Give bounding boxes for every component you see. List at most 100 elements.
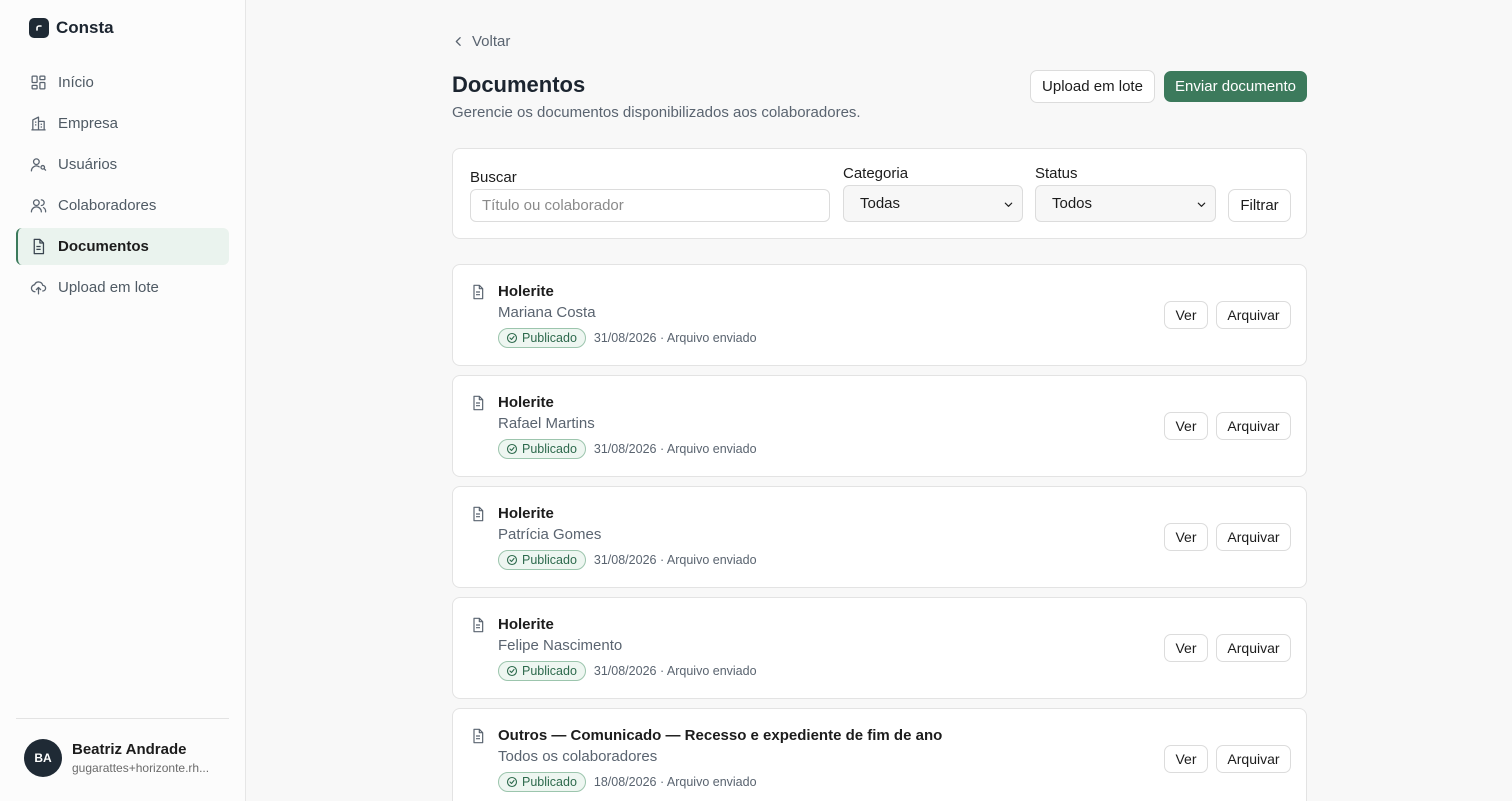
document-date-info: 31/08/2026 · Arquivo enviado: [593, 664, 757, 678]
sidebar-item-upload-em-lote[interactable]: Upload em lote: [16, 269, 229, 306]
document-icon: [33, 238, 45, 255]
archive-button[interactable]: Arquivar: [1216, 745, 1291, 773]
sidebar-item-empresa[interactable]: Empresa: [16, 105, 229, 142]
page-title: Documentos: [452, 72, 586, 97]
status-badge: Publicado: [498, 772, 586, 792]
document-date-info: 31/08/2026 · Arquivo enviado: [593, 553, 757, 567]
view-button[interactable]: Ver: [1164, 745, 1208, 773]
status-label: Status: [1035, 165, 1078, 182]
sidebar: Consta Início Empresa Usuários Colaborad…: [0, 0, 246, 801]
send-document-button[interactable]: Enviar documento: [1164, 71, 1307, 102]
archive-button[interactable]: Arquivar: [1216, 634, 1291, 662]
archive-button[interactable]: Arquivar: [1216, 301, 1291, 329]
brand-logo-icon: [29, 18, 49, 38]
cloud-upload-icon: [30, 281, 47, 295]
user-profile[interactable]: BA Beatriz Andrade gugarattes+horizonte.…: [24, 739, 217, 777]
category-select[interactable]: Todas: [843, 185, 1023, 222]
document-recipient: Felipe Nascimento: [498, 637, 623, 654]
sidebar-item-label: Upload em lote: [58, 279, 159, 296]
check-circle-icon: [506, 332, 518, 344]
user-name: Beatriz Andrade: [72, 741, 187, 758]
status-select[interactable]: Todos: [1035, 185, 1216, 222]
users-icon: [30, 199, 47, 213]
sidebar-item-documentos[interactable]: Documentos: [16, 228, 229, 265]
view-button[interactable]: Ver: [1164, 301, 1208, 329]
sidebar-item-inicio[interactable]: Início: [16, 64, 229, 101]
sidebar-item-label: Usuários: [58, 156, 118, 173]
check-circle-icon: [506, 443, 518, 455]
check-circle-icon: [506, 776, 518, 788]
view-button[interactable]: Ver: [1164, 523, 1208, 551]
view-button[interactable]: Ver: [1164, 634, 1208, 662]
document-meta: Publicado 18/08/2026 · Arquivo enviado: [498, 772, 757, 792]
document-meta: Publicado 31/08/2026 · Arquivo enviado: [498, 550, 757, 570]
check-circle-icon: [506, 554, 518, 566]
file-text-icon: [473, 284, 484, 300]
status-badge: Publicado: [498, 439, 586, 459]
document-card: Holerite Mariana Costa Publicado 31/08/2…: [452, 264, 1307, 366]
sidebar-item-usuarios[interactable]: Usuários: [16, 146, 229, 183]
document-date-info: 31/08/2026 · Arquivo enviado: [593, 331, 757, 345]
status-badge: Publicado: [498, 328, 586, 348]
file-text-icon: [473, 617, 484, 633]
status-value: Todos: [1052, 195, 1093, 212]
chevron-down-icon: [1004, 202, 1013, 207]
document-card: Holerite Rafael Martins Publicado 31/08/…: [452, 375, 1307, 477]
status-badge-label: Publicado: [522, 442, 577, 456]
document-date-info: 18/08/2026 · Arquivo enviado: [593, 775, 757, 789]
filter-button[interactable]: Filtrar: [1228, 189, 1291, 222]
grid-icon: [31, 75, 46, 90]
status-badge: Publicado: [498, 550, 586, 570]
sidebar-item-label: Documentos: [58, 238, 149, 255]
document-card: Holerite Patrícia Gomes Publicado 31/08/…: [452, 486, 1307, 588]
search-input[interactable]: Título ou colaborador: [470, 189, 830, 222]
document-title: Holerite: [498, 283, 554, 300]
sidebar-divider: [16, 718, 229, 719]
document-meta: Publicado 31/08/2026 · Arquivo enviado: [498, 439, 757, 459]
chevron-left-icon: [455, 37, 461, 46]
file-text-icon: [473, 506, 484, 522]
sidebar-item-label: Início: [58, 74, 94, 91]
user-key-icon: [30, 158, 47, 172]
upload-batch-button[interactable]: Upload em lote: [1030, 70, 1155, 103]
brand[interactable]: Consta: [29, 18, 114, 38]
document-meta: Publicado 31/08/2026 · Arquivo enviado: [498, 661, 757, 681]
building-icon: [31, 116, 46, 131]
sidebar-item-label: Colaboradores: [58, 197, 157, 214]
document-title: Holerite: [498, 616, 554, 633]
document-recipient: Rafael Martins: [498, 415, 595, 432]
document-card: Outros — Comunicado — Recesso e expedien…: [452, 708, 1307, 801]
user-email: gugarattes+horizonte.rh...: [72, 761, 210, 775]
file-text-icon: [473, 728, 484, 744]
file-text-icon: [473, 395, 484, 411]
status-badge-label: Publicado: [522, 331, 577, 345]
status-badge-label: Publicado: [522, 553, 577, 567]
status-badge-label: Publicado: [522, 775, 577, 789]
search-placeholder: Título ou colaborador: [482, 197, 624, 214]
status-badge-label: Publicado: [522, 664, 577, 678]
status-badge: Publicado: [498, 661, 586, 681]
sidebar-item-label: Empresa: [58, 115, 119, 132]
check-circle-icon: [506, 665, 518, 677]
document-meta: Publicado 31/08/2026 · Arquivo enviado: [498, 328, 757, 348]
document-recipient: Patrícia Gomes: [498, 526, 602, 543]
page-subtitle: Gerencie os documentos disponibilizados …: [452, 104, 861, 121]
document-recipient: Todos os colaboradores: [498, 748, 658, 765]
view-button[interactable]: Ver: [1164, 412, 1208, 440]
sidebar-item-colaboradores[interactable]: Colaboradores: [16, 187, 229, 224]
document-title: Holerite: [498, 394, 554, 411]
avatar: BA: [24, 739, 62, 777]
back-link[interactable]: Voltar: [452, 33, 510, 50]
category-label: Categoria: [843, 165, 909, 182]
chevron-down-icon: [1197, 202, 1206, 207]
document-recipient: Mariana Costa: [498, 304, 596, 321]
category-value: Todas: [860, 195, 901, 212]
sidebar-nav: Início Empresa Usuários Colaboradores Do…: [16, 64, 229, 310]
search-label: Buscar: [470, 169, 517, 186]
archive-button[interactable]: Arquivar: [1216, 523, 1291, 551]
archive-button[interactable]: Arquivar: [1216, 412, 1291, 440]
document-title: Outros — Comunicado — Recesso e expedien…: [498, 727, 943, 744]
document-date-info: 31/08/2026 · Arquivo enviado: [593, 442, 757, 456]
filter-panel: Buscar Título ou colaborador Categoria T…: [452, 148, 1307, 239]
document-title: Holerite: [498, 505, 554, 522]
